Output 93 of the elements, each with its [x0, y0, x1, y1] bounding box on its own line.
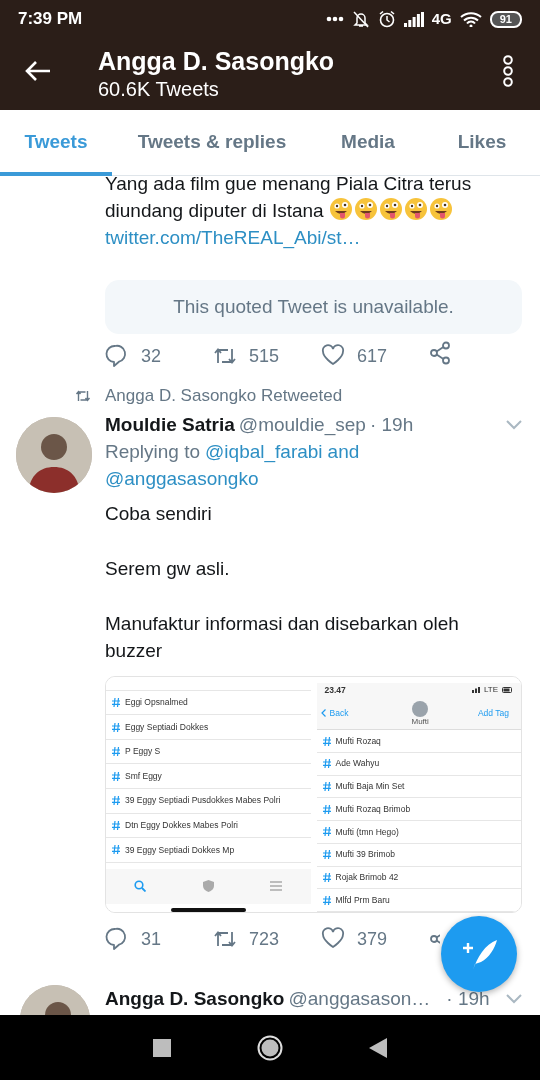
hash-icon — [112, 796, 120, 806]
tweet-time: · 19h — [446, 987, 490, 1011]
recents-button-icon[interactable] — [153, 1038, 171, 1057]
heart-icon — [321, 344, 345, 368]
retweet-icon — [75, 388, 91, 404]
replying-label: Replying to — [105, 440, 201, 464]
screenshot-image[interactable]: 23.47 LTE Back Mufti Add Tag Mufti Rozaq Ade Wahyu Mufti Baja Min Set Mufti Rozaq Brimob Mufti (tmn Hego) Mufti 39 Brimob Rojak Brimob 42 Mlfd Prm Baru — [316, 677, 521, 912]
notification-dots-icon — [325, 16, 344, 22]
retweet-context: Angga D. Sasongko Retweeted — [105, 385, 343, 408]
contact-avatar-icon — [412, 700, 429, 717]
author-name[interactable]: Mouldie Satria — [105, 411, 235, 438]
status-time: 7:39 PM — [18, 8, 83, 31]
tweet-text: Serem gw asli. — [105, 557, 231, 581]
hash-icon — [112, 722, 120, 732]
profile-tab[interactable]: Tweets & replies — [112, 110, 312, 175]
tag-name[interactable]: Eggy Septiadi Dokkes — [125, 720, 209, 734]
battery-indicator: 91 — [489, 10, 522, 28]
wifi-icon — [459, 11, 482, 27]
tweet-time: · 19h — [369, 413, 414, 437]
reply-button[interactable]: 31 — [105, 925, 213, 953]
tweet-text: Yang ada film gue menang Piala Citra terus diundang diputer di Istana — [105, 176, 473, 223]
hash-icon — [112, 771, 120, 781]
signal-icon — [403, 11, 424, 27]
author-name[interactable]: Angga D. Sasongko — [105, 985, 285, 1012]
battery-icon — [502, 687, 513, 694]
author-handle: @mouldie_sep — [238, 413, 366, 438]
tag-name[interactable]: Mufti (tmn Hego) — [335, 825, 399, 839]
back-button-icon[interactable] — [369, 1037, 387, 1058]
quoted-tweet-placeholder[interactable]: This quoted Tweet is unavailable. — [105, 280, 522, 334]
tag-name[interactable]: Ade Wahyu — [335, 757, 380, 771]
chevron-left-icon[interactable] — [320, 709, 326, 718]
tweet-text: Coba sendiri — [105, 502, 213, 526]
tag-name[interactable]: Smf Eggy — [125, 769, 162, 783]
hash-icon — [322, 759, 331, 769]
signal-icon — [471, 687, 480, 694]
reply-button[interactable]: 32 — [105, 342, 213, 370]
tag-name[interactable]: Mufti Rozaq — [335, 734, 381, 748]
hash-icon — [322, 895, 331, 905]
tag-name[interactable]: Eggi Opsnalmed — [125, 696, 188, 709]
hash-icon — [322, 804, 331, 814]
tag-name[interactable]: Rojak Brimob 42 — [335, 871, 399, 884]
author-handle: @anggasason… — [288, 987, 431, 1011]
tag-name[interactable]: Mufti 39 Brimob — [335, 848, 396, 862]
emoji-icon — [378, 197, 403, 221]
emoji-icon — [428, 197, 453, 221]
profile-name: Angga D. Sasongko — [98, 46, 335, 76]
hash-icon — [322, 872, 331, 882]
tweet-link[interactable]: twitter.com/TheREAL_Abi/st… — [105, 224, 522, 251]
hash-icon — [322, 827, 331, 837]
profile-tab[interactable]: Media — [312, 110, 424, 175]
hash-icon — [322, 782, 331, 791]
network-label: 4G — [431, 8, 452, 29]
tag-name[interactable]: P Eggy S — [125, 745, 161, 759]
bell-off-icon — [351, 10, 370, 28]
like-button[interactable]: 617 — [321, 342, 429, 370]
hash-icon — [112, 747, 120, 757]
more-vertical-icon — [502, 54, 514, 87]
mention-link[interactable]: @anggasasongko — [105, 465, 259, 492]
contact-name: Mufti — [411, 716, 429, 726]
hash-icon — [322, 736, 331, 746]
phone-time: 23.47 — [324, 683, 346, 697]
mention-link[interactable]: and — [327, 438, 360, 465]
tag-name[interactable]: Mufti Baja Min Set — [335, 780, 405, 793]
tag-name[interactable]: Mufti Rozaq Brimob — [335, 802, 411, 816]
tag-name[interactable]: 39 Eggy Septiadi Dokkes Mp — [125, 843, 235, 857]
tag-name[interactable]: Dtn Eggy Dokkes Mabes Polri — [125, 819, 238, 832]
hash-icon — [322, 850, 331, 860]
heart-icon — [321, 927, 345, 951]
hash-icon — [112, 820, 120, 830]
back-arrow-icon — [24, 58, 52, 83]
mention-link[interactable]: @iqbal_farabi — [205, 438, 323, 465]
home-button-icon[interactable] — [257, 1034, 283, 1061]
screenshot-image[interactable]: Eggi Opsnalmed Eggy Septiadi Dokkes P Eggy S Smf Eggy 39 Eggy Septiadi Pusdokkes Mabes Polri Dtn Eggy Dokkes Mabes Polri 39 Eggy Septiadi Dokkes Mp — [106, 677, 311, 912]
emoji-icon — [353, 197, 378, 221]
retweet-button[interactable]: 723 — [213, 925, 321, 953]
search-icon[interactable] — [134, 880, 147, 893]
share-icon — [429, 340, 453, 365]
emoji-icon — [403, 197, 428, 221]
tweet-text: Manufaktur informasi dan disebarkan oleh buzzer — [105, 612, 460, 663]
profile-tab[interactable]: Likes — [424, 110, 540, 175]
hash-icon — [112, 698, 120, 708]
compose-tweet-button[interactable] — [441, 916, 517, 992]
tag-name[interactable]: Mlfd Prm Baru — [335, 893, 390, 907]
speech-bubble-icon — [105, 927, 129, 951]
retweet-button[interactable]: 515 — [213, 342, 321, 370]
tweet-count: 60.6K Tweets — [98, 77, 220, 102]
tag-name[interactable]: 39 Eggy Septiadi Pusdokkes Mabes Polri — [125, 794, 281, 808]
network-label: LTE — [483, 684, 498, 697]
emoji-icon — [328, 197, 353, 221]
alarm-icon — [377, 10, 396, 28]
like-button[interactable]: 379 — [321, 925, 429, 953]
speech-bubble-icon — [105, 344, 129, 368]
hash-icon — [112, 845, 120, 855]
